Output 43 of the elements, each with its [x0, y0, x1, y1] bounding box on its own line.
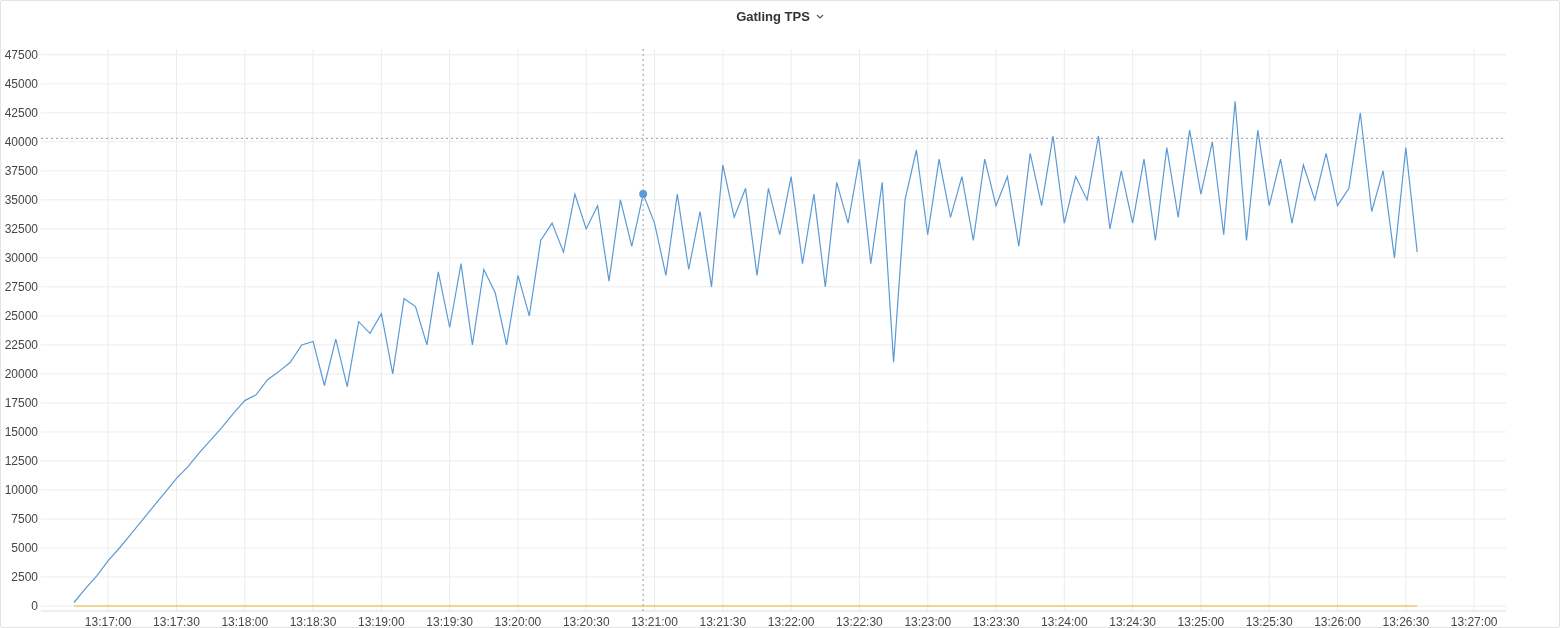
y-axis-label: 0	[31, 599, 38, 613]
x-axis-label: 13:25:30	[1245, 615, 1293, 627]
y-axis-label: 37500	[4, 163, 38, 178]
x-axis-label: 13:17:30	[153, 615, 200, 627]
x-axis-label: 13:19:00	[358, 615, 405, 627]
x-axis-label: 13:20:30	[562, 615, 610, 627]
x-axis-label: 13:19:30	[426, 615, 473, 627]
x-axis-label: 13:25:00	[1177, 615, 1225, 627]
y-axis-label: 47500	[4, 47, 38, 62]
x-axis-label: 13:20:00	[494, 615, 542, 627]
y-axis-label: 35000	[4, 192, 38, 207]
x-axis-label: 13:24:00	[1041, 615, 1088, 627]
y-axis-label: 27500	[4, 279, 38, 294]
x-axis-label: 13:18:30	[289, 615, 337, 627]
y-axis-label: 22500	[4, 337, 38, 352]
y-axis-label: 10000	[4, 482, 38, 497]
x-axis-label: 13:26:30	[1382, 615, 1430, 627]
panel-title-menu[interactable]: Gatling TPS	[732, 6, 828, 26]
y-axis-label: 12500	[4, 453, 38, 468]
x-axis-label: 13:21:00	[631, 615, 678, 627]
y-axis-label: 40000	[4, 134, 38, 149]
y-axis-label: 42500	[4, 105, 38, 120]
x-axis-label: 13:22:00	[767, 615, 815, 627]
y-axis-label: 2500	[11, 570, 38, 584]
x-axis-label: 13:26:00	[1314, 615, 1361, 627]
y-axis-label: 20000	[4, 366, 38, 381]
y-axis-label: 5000	[11, 541, 38, 555]
chevron-down-icon	[815, 13, 824, 19]
y-axis-label: 30000	[4, 250, 38, 265]
y-axis-label: 7500	[11, 511, 38, 526]
y-axis-label: 45000	[4, 76, 38, 91]
y-axis-label: 25000	[4, 308, 38, 323]
x-axis-label: 13:23:00	[904, 615, 952, 627]
x-axis-label: 13:27:00	[1450, 615, 1498, 627]
x-axis-label: 13:23:30	[972, 615, 1020, 627]
x-axis-label: 13:22:30	[836, 615, 883, 627]
x-axis-label: 13:18:00	[221, 615, 269, 627]
x-axis-label: 13:24:30	[1109, 615, 1156, 627]
y-axis-label: 17500	[4, 395, 38, 410]
y-axis-label: 15000	[4, 424, 38, 439]
x-axis-label: 13:21:30	[699, 615, 747, 627]
y-axis-label: 32500	[4, 221, 38, 236]
x-axis-label: 13:17:00	[84, 615, 132, 627]
